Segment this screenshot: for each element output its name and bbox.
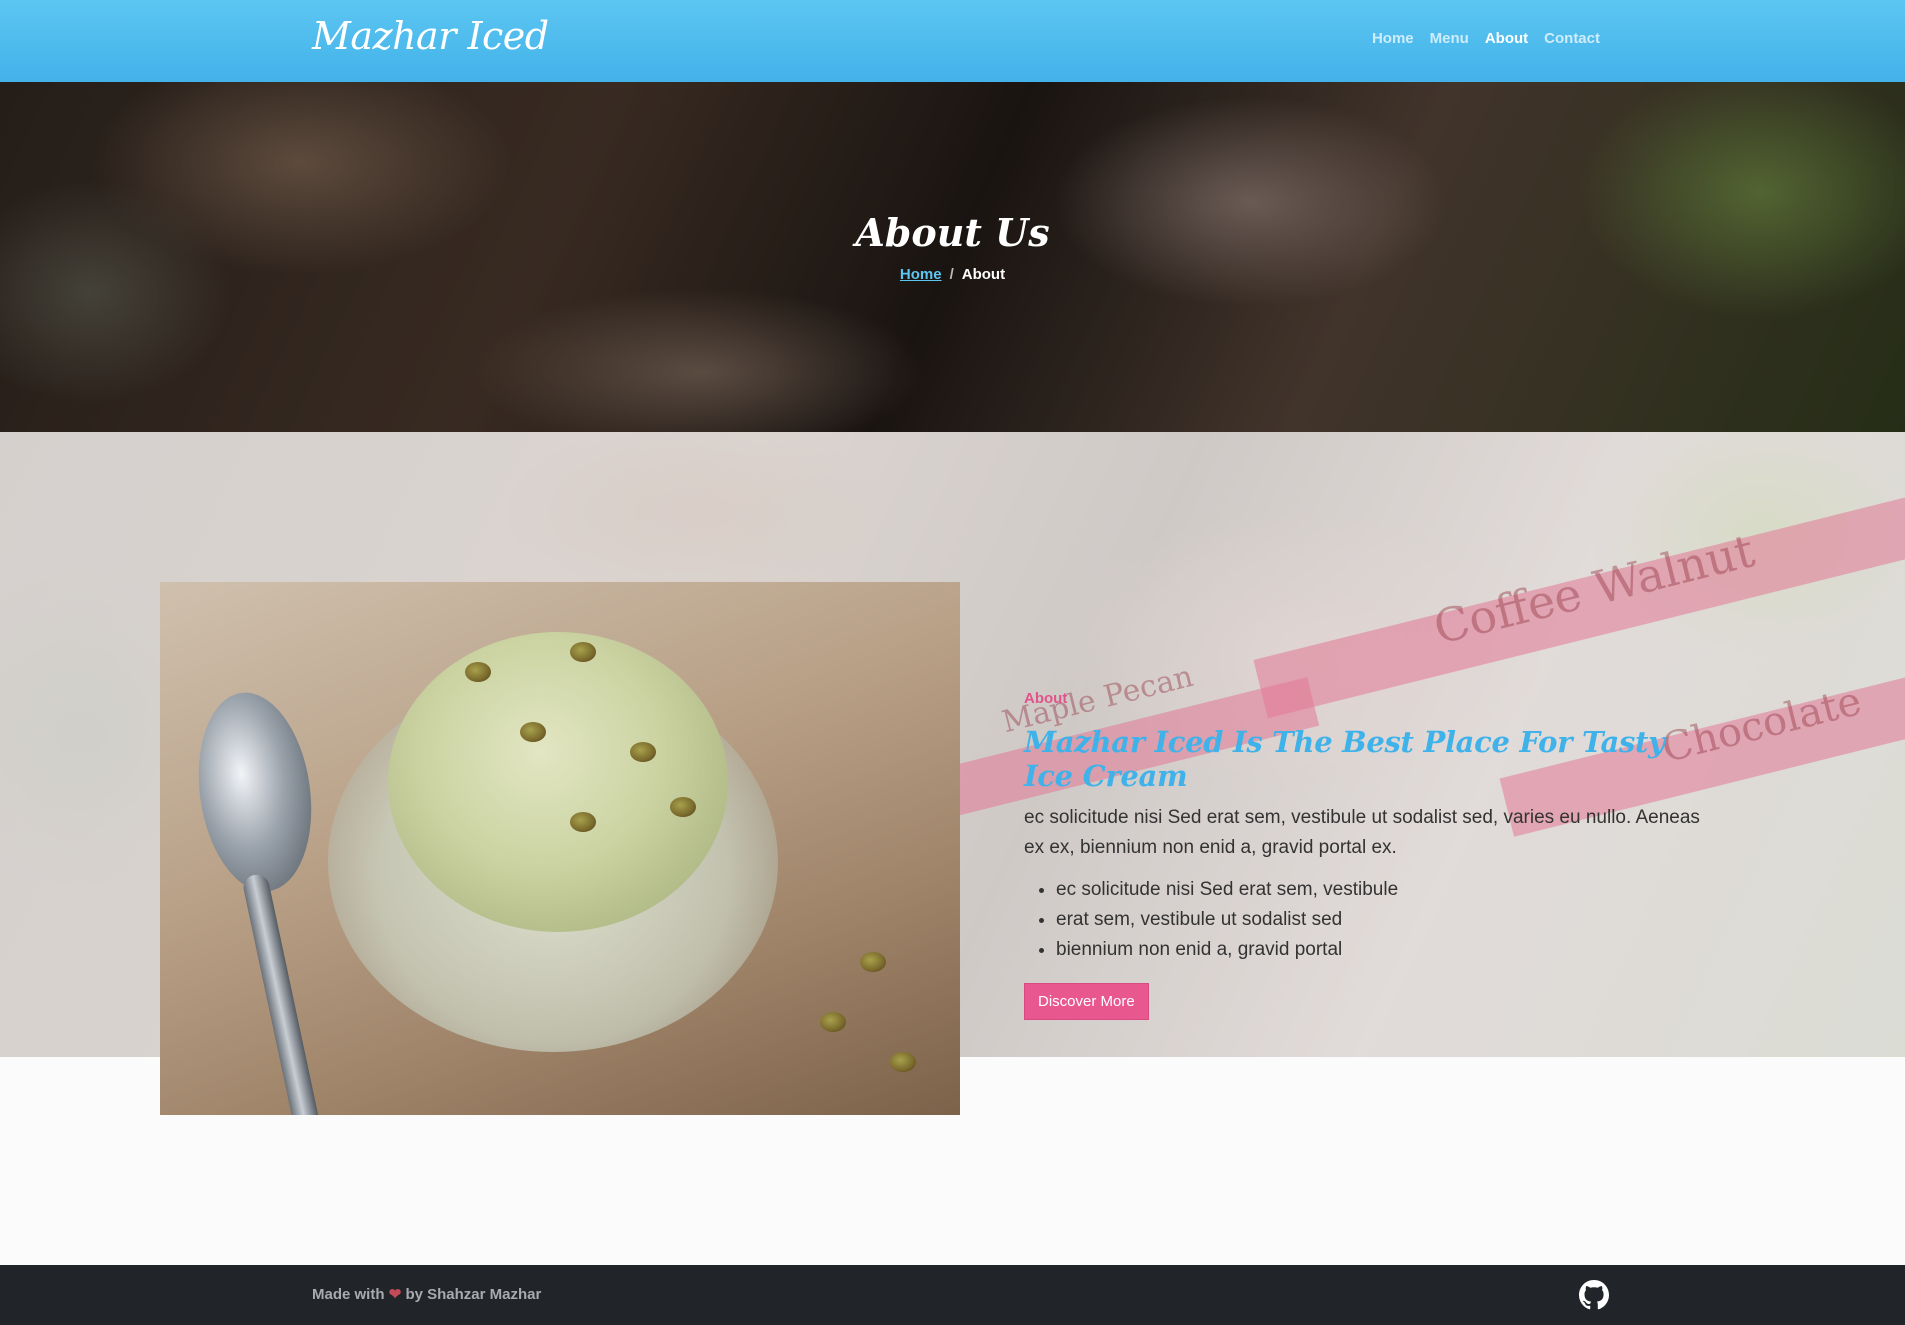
pistachio-nut (465, 662, 491, 682)
page-title: About Us (855, 210, 1050, 255)
list-item: ec solicitude nisi Sed erat sem, vestibu… (1056, 875, 1704, 905)
section-kicker: About (1024, 690, 1068, 707)
pistachio-nut (570, 642, 596, 662)
about-bullet-list: ec solicitude nisi Sed erat sem, vestibu… (1024, 875, 1704, 965)
about-content: About Mazhar Iced Is The Best Place For … (1024, 690, 1704, 1020)
pistachio-nut (570, 812, 596, 832)
nav-link-menu[interactable]: Menu (1430, 30, 1469, 47)
pistachio-nut (670, 797, 696, 817)
hero-banner: About Us Home / About (0, 82, 1905, 432)
footer: Made with ❤ by Shahzar Mazhar (0, 1265, 1905, 1325)
nav-links: Home Menu About Contact (1356, 30, 1600, 47)
spoon-handle (241, 872, 325, 1115)
breadcrumb: Home / About (0, 266, 1905, 283)
pistachio-nut (860, 952, 886, 972)
list-item: erat sem, vestibule ut sodalist sed (1056, 905, 1704, 935)
about-paragraph: ec solicitude nisi Sed erat sem, vestibu… (1024, 807, 1700, 858)
footer-author: by Shahzar Mazhar (405, 1286, 542, 1303)
list-item: biennium non enid a, gravid portal (1056, 935, 1704, 965)
about-heading: Mazhar Iced Is The Best Place For Tasty … (1024, 725, 1665, 793)
breadcrumb-home-link[interactable]: Home (900, 266, 942, 283)
discover-more-button[interactable]: Discover More (1024, 983, 1149, 1020)
pistachio-nut (630, 742, 656, 762)
breadcrumb-separator: / (949, 266, 954, 283)
nav-link-about[interactable]: About (1485, 30, 1528, 47)
github-icon[interactable] (1579, 1280, 1609, 1310)
ice-cream-photo (160, 582, 960, 1115)
breadcrumb-current: About (961, 266, 1006, 283)
pistachio-scoop (388, 632, 728, 932)
nav-link-home[interactable]: Home (1372, 30, 1414, 47)
brand-logo[interactable]: Mazhar Iced (312, 14, 549, 58)
pistachio-nut (520, 722, 546, 742)
pistachio-nut (890, 1052, 916, 1072)
pistachio-nut (820, 1012, 846, 1032)
footer-credit: Made with ❤ by Shahzar Mazhar (312, 1285, 541, 1303)
spoon-icon (186, 685, 324, 899)
footer-made-with: Made with (312, 1286, 385, 1303)
nav-link-contact[interactable]: Contact (1544, 30, 1600, 47)
navbar: Mazhar Iced Home Menu About Contact (0, 0, 1905, 82)
heart-icon: ❤ (388, 1286, 402, 1303)
